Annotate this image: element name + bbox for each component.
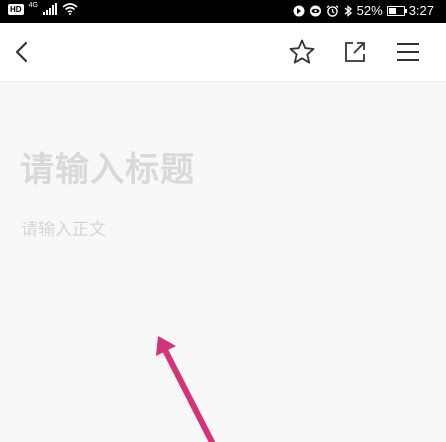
status-right: 52% 3:27 bbox=[293, 3, 434, 18]
nav-bar bbox=[0, 23, 446, 82]
more-menu-button[interactable] bbox=[393, 37, 423, 67]
share-button[interactable] bbox=[340, 37, 370, 67]
share-icon bbox=[345, 42, 365, 62]
eye-icon bbox=[309, 5, 321, 16]
data-saver-icon bbox=[293, 5, 305, 16]
note-editor-screen: HD 4G 52% 3:27 请输入标题 请输入正文 bbox=[0, 0, 446, 442]
note-editor: 请输入标题 请输入正文 bbox=[0, 82, 446, 442]
title-input[interactable]: 请输入标题 bbox=[20, 142, 195, 191]
menu-icon bbox=[397, 43, 419, 61]
clock: 3:27 bbox=[408, 3, 434, 18]
wifi-icon bbox=[62, 3, 78, 15]
battery-percent: 52% bbox=[356, 3, 383, 18]
back-button[interactable] bbox=[8, 37, 38, 67]
network-type-label: 4G bbox=[28, 1, 38, 9]
bluetooth-icon bbox=[344, 4, 352, 17]
alarm-icon bbox=[326, 4, 339, 17]
signal-icon bbox=[42, 3, 57, 15]
star-icon bbox=[289, 39, 315, 64]
status-bar: HD 4G 52% 3:27 bbox=[0, 0, 446, 23]
battery-fill bbox=[388, 7, 396, 14]
body-input[interactable]: 请输入正文 bbox=[21, 215, 106, 240]
battery-icon bbox=[386, 5, 407, 16]
hd-icon: HD bbox=[8, 3, 24, 15]
status-left: HD 4G bbox=[8, 1, 78, 15]
favorite-button[interactable] bbox=[287, 37, 317, 67]
back-arrow-icon bbox=[15, 41, 28, 63]
